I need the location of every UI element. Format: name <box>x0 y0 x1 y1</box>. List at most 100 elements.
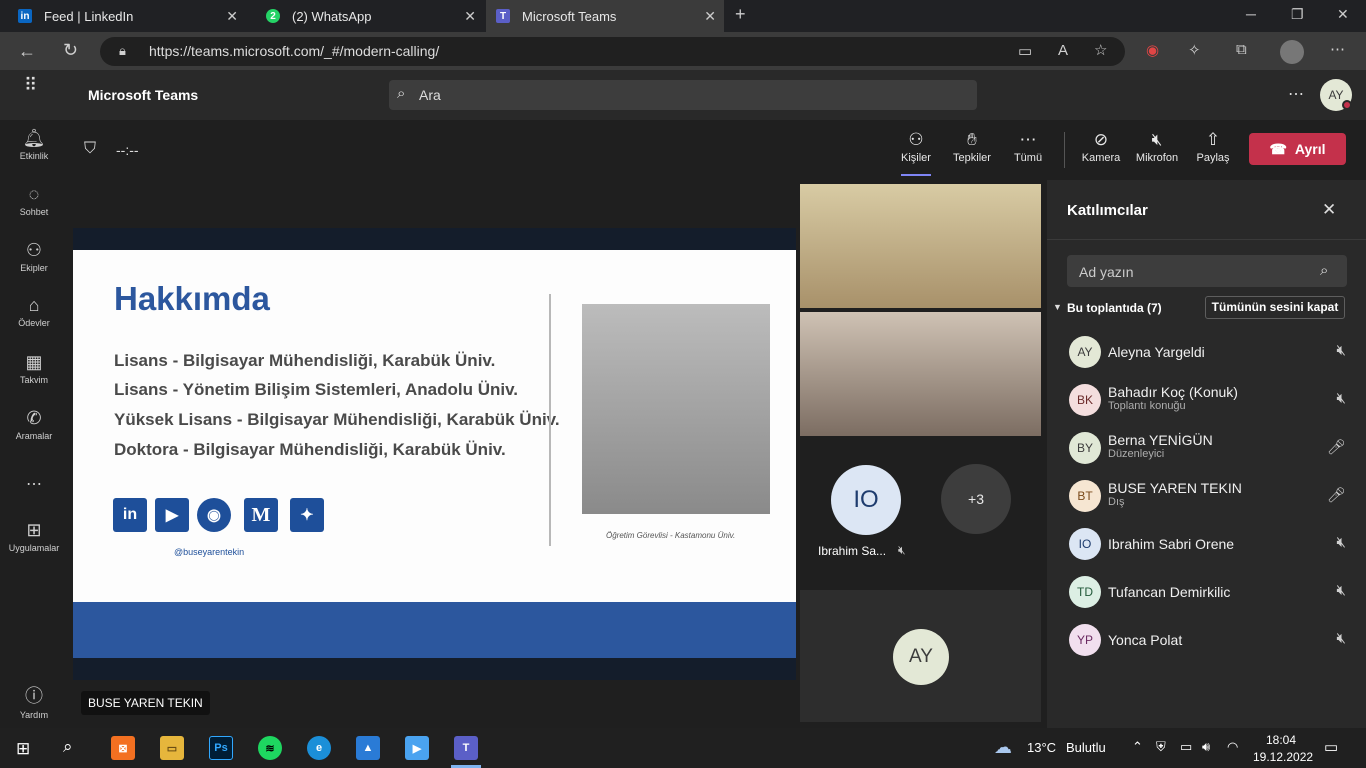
presenter-label: BUSE YAREN TEKIN <box>81 691 210 715</box>
close-icon[interactable]: ✕ <box>464 8 476 25</box>
lock-icon[interactable]: 🔒︎ <box>119 43 126 59</box>
search-input[interactable] <box>389 80 977 110</box>
participant-row[interactable]: YP Yonca Polat 🔇︎ <box>1047 616 1366 664</box>
extensions-icon[interactable]: ✧ <box>1188 41 1201 59</box>
minimize-icon[interactable]: ─ <box>1246 6 1256 22</box>
spotify-icon[interactable]: ≋ <box>258 736 282 760</box>
tab-linkedin[interactable]: in Feed | LinkedIn ✕ <box>0 0 246 32</box>
mic-icon: 🎤︎ <box>1326 439 1346 456</box>
mic-off-icon: 🔇︎ <box>1151 130 1163 149</box>
file-explorer-icon[interactable]: ▭ <box>160 736 184 760</box>
refresh-icon[interactable]: ↻ <box>63 40 78 61</box>
extension-icon[interactable]: ◉ <box>1146 41 1159 59</box>
participant-avatar: IO <box>1069 528 1101 560</box>
rail-more-icon[interactable]: ⋯ <box>0 474 68 494</box>
rail-item-teams[interactable]: ⚇ Ekipler <box>0 240 68 273</box>
slide-line: Doktora - Bilgisayar Mühendisliği, Karab… <box>114 440 506 459</box>
more-participants-button[interactable]: +3 <box>941 464 1011 534</box>
tab-teams[interactable]: T Microsoft Teams ✕ <box>486 0 724 32</box>
read-aloud-icon[interactable]: A <box>1058 42 1068 59</box>
participant-row[interactable]: BY Berna YENİGÜN Düzenleyici 🎤︎ <box>1047 424 1366 472</box>
participant-avatar: BT <box>1069 480 1101 512</box>
clock-date[interactable]: 19.12.2022 <box>1253 750 1313 764</box>
window-close-icon[interactable]: ✕ <box>1337 6 1349 23</box>
close-icon[interactable]: ✕ <box>1322 200 1336 220</box>
xampp-icon[interactable]: ⊠ <box>111 736 135 760</box>
search-icon: ⌕ <box>397 85 406 102</box>
more-icon[interactable]: ⋯ <box>1330 40 1345 58</box>
clock-time[interactable]: 18:04 <box>1266 733 1296 747</box>
favorite-icon[interactable]: ☆ <box>1094 41 1107 59</box>
participant-name: Bahadır Koç (Konuk) <box>1108 384 1238 400</box>
rail-item-apps[interactable]: ⊞ Uygulamalar <box>0 520 68 553</box>
presenter-photo <box>582 304 770 514</box>
participant-avatar: BK <box>1069 384 1101 416</box>
security-icon[interactable]: ⛨ <box>1156 739 1166 755</box>
app-launcher-icon[interactable]: ⠿ <box>24 76 38 94</box>
participant-name: Yonca Polat <box>1108 632 1183 648</box>
wifi-icon[interactable]: ◠ <box>1227 739 1238 755</box>
linkedin-icon: in <box>113 498 147 532</box>
weather-text[interactable]: Bulutlu <box>1066 740 1106 755</box>
back-icon[interactable]: ← <box>18 41 36 62</box>
participant-role: Düzenleyici <box>1108 448 1165 460</box>
rail-item-chat[interactable]: ◌ Sohbet <box>0 184 68 217</box>
mic-off-icon: 🔇︎ <box>1336 342 1346 359</box>
chevron-down-icon[interactable]: ▼ <box>1053 302 1062 312</box>
close-icon[interactable]: ✕ <box>704 8 716 25</box>
participant-row[interactable]: BK Bahadır Koç (Konuk) Toplantı konuğu 🔇… <box>1047 376 1366 424</box>
call-timer: --:-- <box>116 142 139 158</box>
slide-line: Yüksek Lisans - Bilgisayar Mühendisliği,… <box>114 410 560 429</box>
edge-icon[interactable]: e <box>307 736 331 760</box>
photos-icon[interactable]: ▲ <box>356 736 380 760</box>
slide-handle: @buseyarentekin <box>174 547 245 557</box>
search-icon[interactable]: ⌕ <box>63 737 73 757</box>
more-actions-button[interactable]: ⋯ Tümü <box>1008 128 1048 164</box>
battery-icon[interactable]: ▭ <box>1180 739 1192 755</box>
leave-button[interactable]: ☎︎ Ayrıl <box>1249 133 1346 165</box>
camera-blocked-icon[interactable]: ▭ <box>1018 42 1032 60</box>
weather-temp[interactable]: 13°C <box>1027 740 1056 755</box>
participant-row[interactable]: IO Ibrahim Sabri Orene 🔇︎ <box>1047 520 1366 568</box>
participant-avatar[interactable]: IO <box>831 465 901 535</box>
rail-item-calls[interactable]: ✆ Aramalar <box>0 408 68 441</box>
participant-row[interactable]: BT BUSE YAREN TEKIN Dış 🎤︎ <box>1047 472 1366 520</box>
more-icon[interactable]: ⋯ <box>1288 84 1304 104</box>
rail-label: Yardım <box>19 710 49 720</box>
windows-start-icon[interactable]: ⊞ <box>16 739 30 759</box>
search-icon: ⌕ <box>1320 262 1329 279</box>
url-text: https://teams.microsoft.com/_#/modern-ca… <box>149 43 440 59</box>
participant-row[interactable]: AY Aleyna Yargeldi 🔇︎ <box>1047 328 1366 376</box>
participant-row[interactable]: TD Tufancan Demirkilic 🔇︎ <box>1047 568 1366 616</box>
restore-icon[interactable]: ❐ <box>1291 6 1304 23</box>
teams-group-icon: ⚇ <box>25 240 43 260</box>
participant-name: Tufancan Demirkilic <box>1108 584 1231 600</box>
reactions-button[interactable]: ✋︎ Tepkiler <box>950 128 994 164</box>
rail-label: Uygulamalar <box>8 543 60 553</box>
video-tile[interactable] <box>800 184 1041 308</box>
chevron-up-icon[interactable]: ⌃ <box>1132 739 1143 755</box>
profile-avatar[interactable] <box>1280 40 1304 64</box>
video-editor-icon[interactable]: ▶ <box>405 736 429 760</box>
rail-item-calendar[interactable]: ▦ Takvim <box>0 352 68 385</box>
hang-up-icon: ☎︎ <box>1269 140 1287 157</box>
mic-button[interactable]: 🔇︎ Mikrofon <box>1134 128 1180 164</box>
mute-all-button[interactable]: Tümünün sesini kapat <box>1205 296 1345 319</box>
rail-item-assignments[interactable]: ⌂ Ödevler <box>0 295 68 328</box>
new-tab-button[interactable]: + <box>735 4 746 25</box>
speaker-icon[interactable]: 🔊︎ <box>1202 739 1210 755</box>
teams-icon[interactable]: T <box>454 736 478 760</box>
tab-whatsapp[interactable]: 2 (2) WhatsApp ✕ <box>248 0 484 32</box>
participant-name: Ibrahim Sa... <box>818 544 887 558</box>
people-button[interactable]: ⚇ Kişiler <box>896 128 936 164</box>
mic-off-icon: 🔇︎ <box>1336 390 1346 407</box>
rail-item-help[interactable]: ⓘ Yardım <box>0 682 68 720</box>
close-icon[interactable]: ✕ <box>226 8 238 25</box>
camera-button[interactable]: ⊘ Kamera <box>1080 128 1122 164</box>
share-button[interactable]: ⇧ Paylaş <box>1194 128 1232 164</box>
photoshop-icon[interactable]: Ps <box>209 736 233 760</box>
notification-icon[interactable]: ▭ <box>1324 738 1338 756</box>
video-tile[interactable] <box>800 312 1041 436</box>
collections-icon[interactable]: ⧉ <box>1236 41 1247 58</box>
rail-item-activity[interactable]: 🔔︎ Etkinlik <box>0 128 68 161</box>
